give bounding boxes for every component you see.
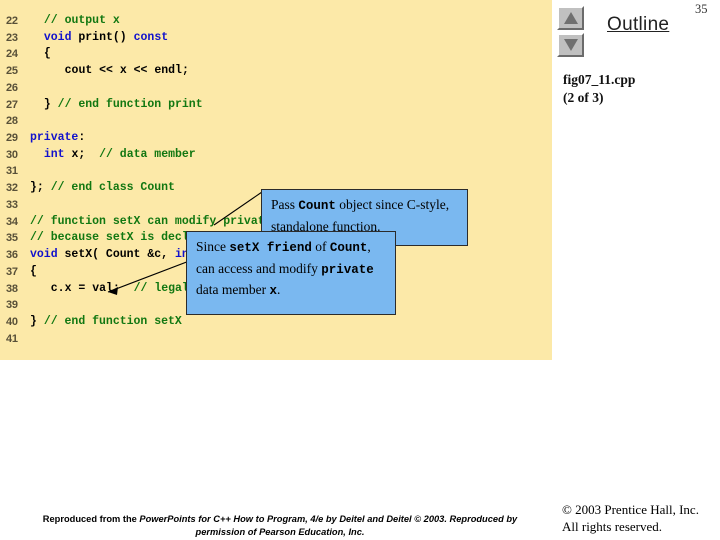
footer-attribution-prefix: Reproduced from the: [42, 514, 140, 524]
code-token: setX( Count &c,: [57, 248, 175, 262]
code-line-text: } // end function setX: [30, 314, 182, 331]
outline-heading: Outline: [607, 14, 670, 35]
code-line-number: 22: [6, 15, 18, 27]
code-line-number: 23: [6, 31, 18, 44]
outline-scroll-down-button[interactable]: [557, 33, 584, 57]
code-listing-panel: 22 // output x 23 void print() const 24 {25 co…: [0, 0, 552, 360]
code-token: int: [43, 147, 65, 161]
code-line-text: void print() const: [44, 30, 168, 47]
code-token: // end function setX: [43, 314, 182, 328]
code-token: c.x = val;: [50, 281, 134, 295]
code-token: // output x: [43, 14, 120, 27]
callout-friend-text-4: data member: [196, 282, 270, 297]
code-line-text: cout << x << endl;: [65, 63, 189, 80]
code-token: print: [78, 30, 113, 44]
code-line-text: {: [30, 264, 37, 281]
code-token: };: [30, 181, 51, 195]
code-token: void: [43, 30, 72, 44]
code-line-text: private:: [30, 130, 85, 147]
code-token: private: [30, 131, 79, 145]
code-line-number: 37: [6, 265, 18, 278]
code-line-text: } // end function print: [44, 97, 203, 114]
code-line-text: int x; // data member: [44, 147, 196, 164]
code-line-number: 31: [6, 165, 18, 178]
code-line-number: 32: [6, 182, 18, 195]
code-line-number: 34: [6, 215, 18, 228]
code-token: cout << x << endl;: [64, 64, 189, 78]
footer-copyright: © 2003 Prentice Hall, Inc. All rights re…: [562, 501, 699, 535]
code-line-number: 39: [6, 299, 18, 312]
callout-friend-code-private: private: [321, 262, 374, 277]
code-line-number: 25: [6, 65, 18, 78]
callout-pass-code-count: Count: [298, 199, 336, 213]
callout-friend-code-count: Count: [329, 241, 368, 255]
code-token: // data member: [99, 147, 196, 161]
code-token: }: [43, 97, 58, 111]
copyright-line-2: All rights reserved.: [562, 519, 663, 534]
footer-attribution-italic: PowerPoints for C++ How to Program, 4/e …: [139, 514, 518, 537]
source-file-label: fig07_11.cpp (2 of 3): [563, 71, 635, 107]
code-token: }: [30, 314, 44, 328]
code-token: :: [78, 131, 86, 145]
code-token: {: [43, 47, 51, 61]
code-token: void: [30, 248, 58, 262]
callout-friend-code-setx: setX friend: [229, 241, 312, 255]
slide-number: 35: [695, 2, 708, 16]
triangle-down-icon: [563, 39, 578, 51]
callout-friend-text-5: .: [276, 282, 281, 297]
code-line-number: 36: [6, 249, 18, 262]
code-line-number: 38: [6, 282, 18, 295]
triangle-up-icon: [563, 12, 578, 24]
source-file-name: fig07_11.cpp: [563, 72, 636, 87]
outline-scroll-up-button[interactable]: [557, 6, 584, 30]
code-line-number: 41: [6, 332, 18, 345]
code-line-text: // output x: [44, 13, 120, 30]
code-line-number: 40: [6, 315, 18, 328]
footer-attribution: Reproduced from the PowerPoints for C++ …: [22, 513, 538, 539]
source-file-part: (2 of 3): [563, 90, 604, 105]
code-line-number: 26: [6, 81, 18, 94]
code-token: // end function print: [57, 97, 203, 111]
code-token: {: [30, 264, 37, 278]
callout-friend-text-1: Since: [196, 239, 230, 254]
code-line-text: {: [44, 46, 51, 63]
callout-friend-text-2: of: [311, 239, 330, 254]
code-line-number: 28: [6, 115, 18, 128]
code-line-number: 30: [6, 148, 18, 161]
code-token: // end class Count: [50, 181, 175, 195]
code-line-number: 29: [6, 132, 18, 145]
code-line-number: 35: [6, 232, 18, 245]
code-token: x;: [64, 147, 100, 161]
callout-pass-text-1: Pass: [271, 197, 299, 212]
outline-sidebar: Outline 35 fig07_11.cpp (2 of 3): [552, 0, 720, 360]
code-line-number: 24: [6, 48, 18, 61]
callout-setx-friend: Since setX friend of Count, can access a…: [186, 231, 396, 315]
code-token: (): [112, 30, 134, 44]
copyright-line-1: © 2003 Prentice Hall, Inc.: [562, 502, 699, 517]
code-line-text: }; // end class Count: [30, 180, 175, 197]
code-line-number: 33: [6, 198, 18, 211]
code-line-number: 27: [6, 98, 18, 111]
callout-friend-code-x: x: [269, 284, 277, 298]
code-token: const: [133, 30, 169, 44]
